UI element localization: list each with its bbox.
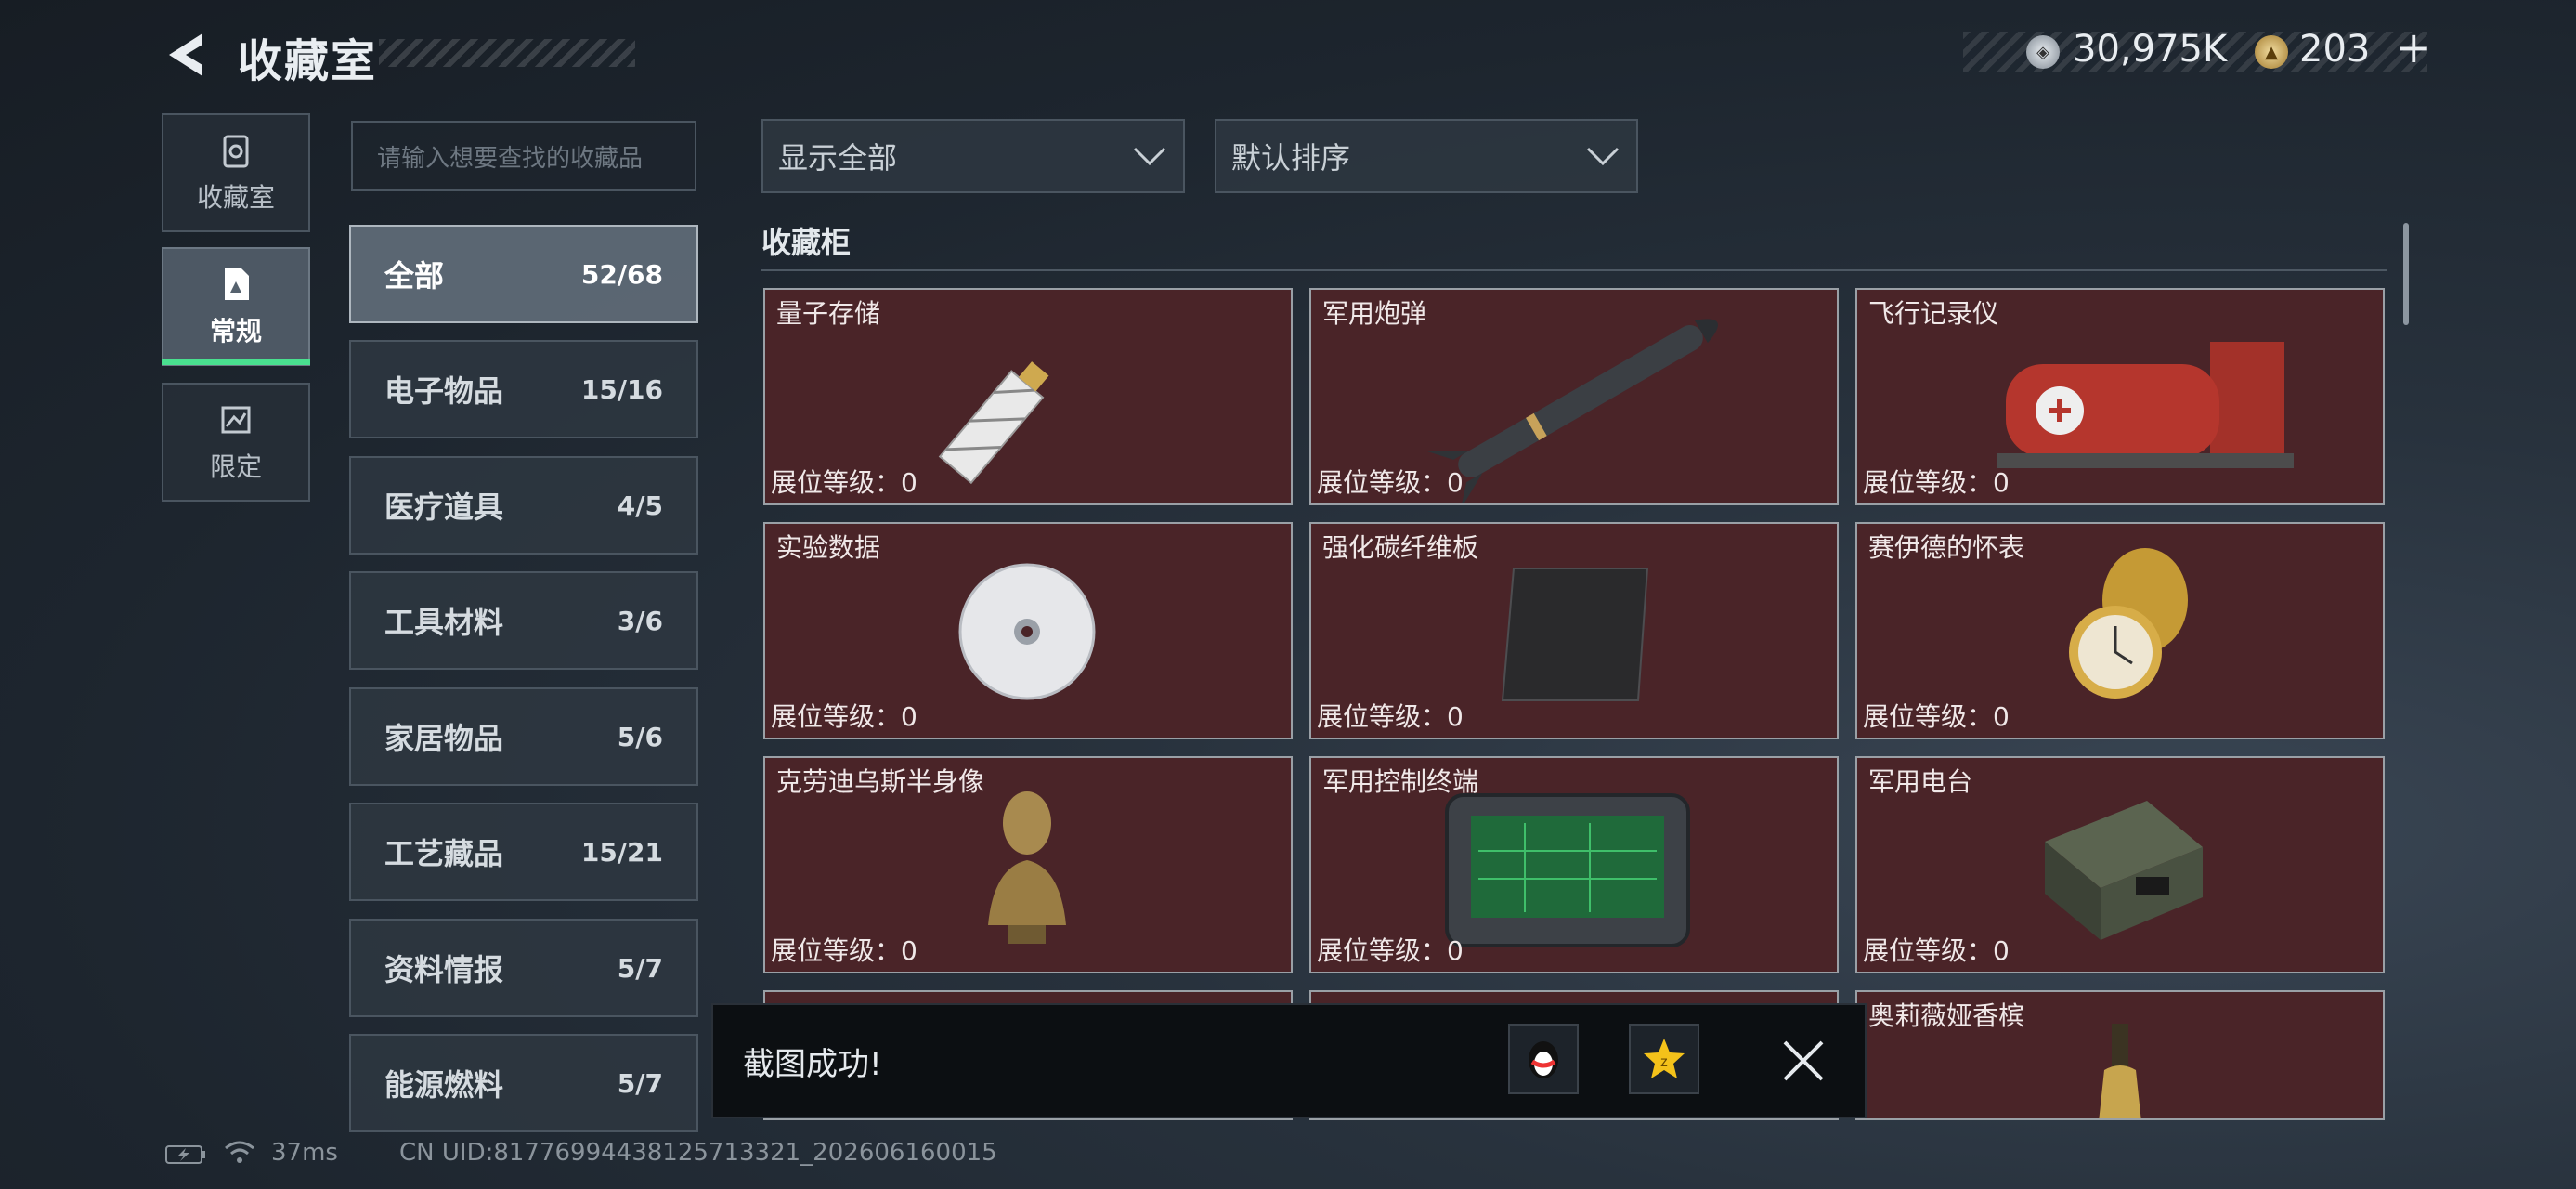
- back-button[interactable]: [160, 28, 212, 82]
- item-level: 展位等级：0: [1317, 467, 1464, 498]
- category-name: 工艺藏品: [384, 836, 504, 871]
- silver-coin-icon: ◈: [2026, 35, 2060, 69]
- category-count: 52/68: [580, 258, 663, 290]
- item-level: 展位等级：0: [771, 467, 917, 498]
- item-level: 展位等级：0: [1863, 935, 2010, 966]
- battery-icon: [165, 1145, 205, 1164]
- item-name: 飞行记录仪: [1868, 298, 1999, 329]
- collection-item-card[interactable]: 军用控制终端 展位等级：0: [1309, 756, 1839, 973]
- show-filter-value: 显示全部: [778, 140, 898, 176]
- category-electronics[interactable]: 电子物品 15/16: [349, 340, 698, 438]
- sort-value: 默认排序: [1231, 140, 1351, 176]
- item-name: 奥莉薇娅香槟: [1868, 1000, 2025, 1031]
- category-intel[interactable]: 资料情报 5/7: [349, 919, 698, 1017]
- rail-tab-label: 收藏室: [196, 182, 275, 213]
- item-name: 量子存储: [776, 298, 881, 329]
- item-name: 军用控制终端: [1322, 766, 1479, 797]
- wifi-icon: [225, 1141, 254, 1163]
- user-uid: CN UID:8177699443812571332​1_20260616001…: [399, 1139, 997, 1167]
- rail-tab-label: 限定: [209, 451, 262, 482]
- back-arrow-icon: [169, 33, 202, 76]
- category-household[interactable]: 家居物品 5/6: [349, 687, 698, 786]
- item-name: 实验数据: [776, 532, 881, 563]
- item-name: 克劳迪乌斯半身像: [776, 766, 985, 797]
- item-level: 展位等级：0: [1317, 701, 1464, 732]
- toast-message: 截图成功!: [743, 1046, 882, 1083]
- grid-scrollbar[interactable]: [2403, 223, 2409, 325]
- rail-tab-regular[interactable]: 常规: [162, 247, 310, 366]
- collection-item-card[interactable]: 军用电台 展位等级：0: [1855, 756, 2385, 973]
- category-all[interactable]: 全部 52/68: [349, 225, 698, 323]
- vault-icon: [223, 135, 249, 168]
- qq-penguin-icon: [1529, 1041, 1558, 1078]
- category-count: 5/6: [617, 721, 663, 752]
- category-name: 资料情报: [384, 952, 504, 987]
- rail-tab-limited[interactable]: 限定: [162, 383, 310, 502]
- category-name: 能源燃料: [384, 1067, 504, 1103]
- category-medical[interactable]: 医疗道具 4/5: [349, 456, 698, 555]
- gold-balance: 203: [2299, 28, 2371, 71]
- category-crafts[interactable]: 工艺藏品 15/21: [349, 803, 698, 901]
- sort-dropdown[interactable]: 默认排序: [1215, 119, 1638, 193]
- rail-tab-vault[interactable]: 收藏室: [162, 113, 310, 232]
- active-tab-indicator: [162, 359, 310, 365]
- item-name: 强化碳纤维板: [1322, 532, 1479, 563]
- category-name: 家居物品: [384, 721, 504, 756]
- document-icon: [225, 268, 249, 300]
- category-count: 3/6: [617, 605, 663, 636]
- category-name: 医疗道具: [384, 490, 504, 525]
- category-count: 15/16: [580, 373, 663, 405]
- category-count: 4/5: [617, 490, 663, 521]
- collection-search-input[interactable]: 请输入想要查找的收藏品: [351, 121, 696, 191]
- item-name: 军用电台: [1868, 766, 1973, 797]
- network-latency: 37ms: [271, 1139, 338, 1167]
- chevron-down-icon: [1133, 147, 1166, 166]
- category-tools[interactable]: 工具材料 3/6: [349, 571, 698, 670]
- share-qzone-button[interactable]: z: [1629, 1024, 1699, 1094]
- collection-item-card[interactable]: 实验数据 展位等级：0: [763, 522, 1293, 739]
- collection-item-card[interactable]: 军用炮弹 展位等级：0: [1309, 288, 1839, 505]
- item-name: 军用炮弹: [1322, 298, 1427, 329]
- section-title: 收藏柜: [761, 225, 852, 260]
- category-energy[interactable]: 能源燃料 5/7: [349, 1034, 698, 1132]
- item-level: 展位等级：0: [771, 935, 917, 966]
- svg-text:z: z: [1660, 1054, 1668, 1070]
- show-filter-dropdown[interactable]: 显示全部: [761, 119, 1185, 193]
- item-name: 赛伊德的怀表: [1868, 532, 2025, 563]
- category-count: 15/21: [580, 836, 663, 868]
- title-decoration: [379, 39, 635, 67]
- chevron-down-icon: [1586, 147, 1620, 166]
- qzone-star-icon: z: [1644, 1039, 1685, 1078]
- toast-close-button[interactable]: [1776, 1033, 1831, 1089]
- add-currency-button[interactable]: +: [2396, 22, 2432, 72]
- collection-item-card[interactable]: 飞行记录仪 展位等级：0: [1855, 288, 2385, 505]
- section-divider: [761, 269, 2387, 271]
- page-title: 收藏室: [238, 35, 378, 87]
- collection-item-card[interactable]: 强化碳纤维板 展位等级：0: [1309, 522, 1839, 739]
- silver-balance: 30,975K: [2073, 28, 2228, 71]
- limited-icon: [221, 406, 251, 434]
- collection-item-card[interactable]: 克劳迪乌斯半身像 展位等级：0: [763, 756, 1293, 973]
- collection-item-card[interactable]: 奥莉薇娅香槟: [1855, 990, 2385, 1120]
- item-level: 展位等级：0: [1317, 935, 1464, 966]
- category-name: 工具材料: [384, 605, 504, 640]
- collection-item-card[interactable]: 赛伊德的怀表 展位等级：0: [1855, 522, 2385, 739]
- item-level: 展位等级：0: [771, 701, 917, 732]
- item-level: 展位等级：0: [1863, 701, 2010, 732]
- close-icon: [1783, 1040, 1824, 1081]
- rail-tab-label: 常规: [209, 316, 262, 346]
- collection-item-card[interactable]: 量子存储 展位等级：0: [763, 288, 1293, 505]
- share-qq-button[interactable]: [1508, 1024, 1579, 1094]
- category-count: 5/7: [617, 1067, 663, 1099]
- item-level: 展位等级：0: [1863, 467, 2010, 498]
- gold-coin-icon: ▲: [2255, 35, 2288, 69]
- category-count: 5/7: [617, 952, 663, 984]
- category-name: 电子物品: [384, 373, 504, 409]
- category-name: 全部: [384, 258, 445, 294]
